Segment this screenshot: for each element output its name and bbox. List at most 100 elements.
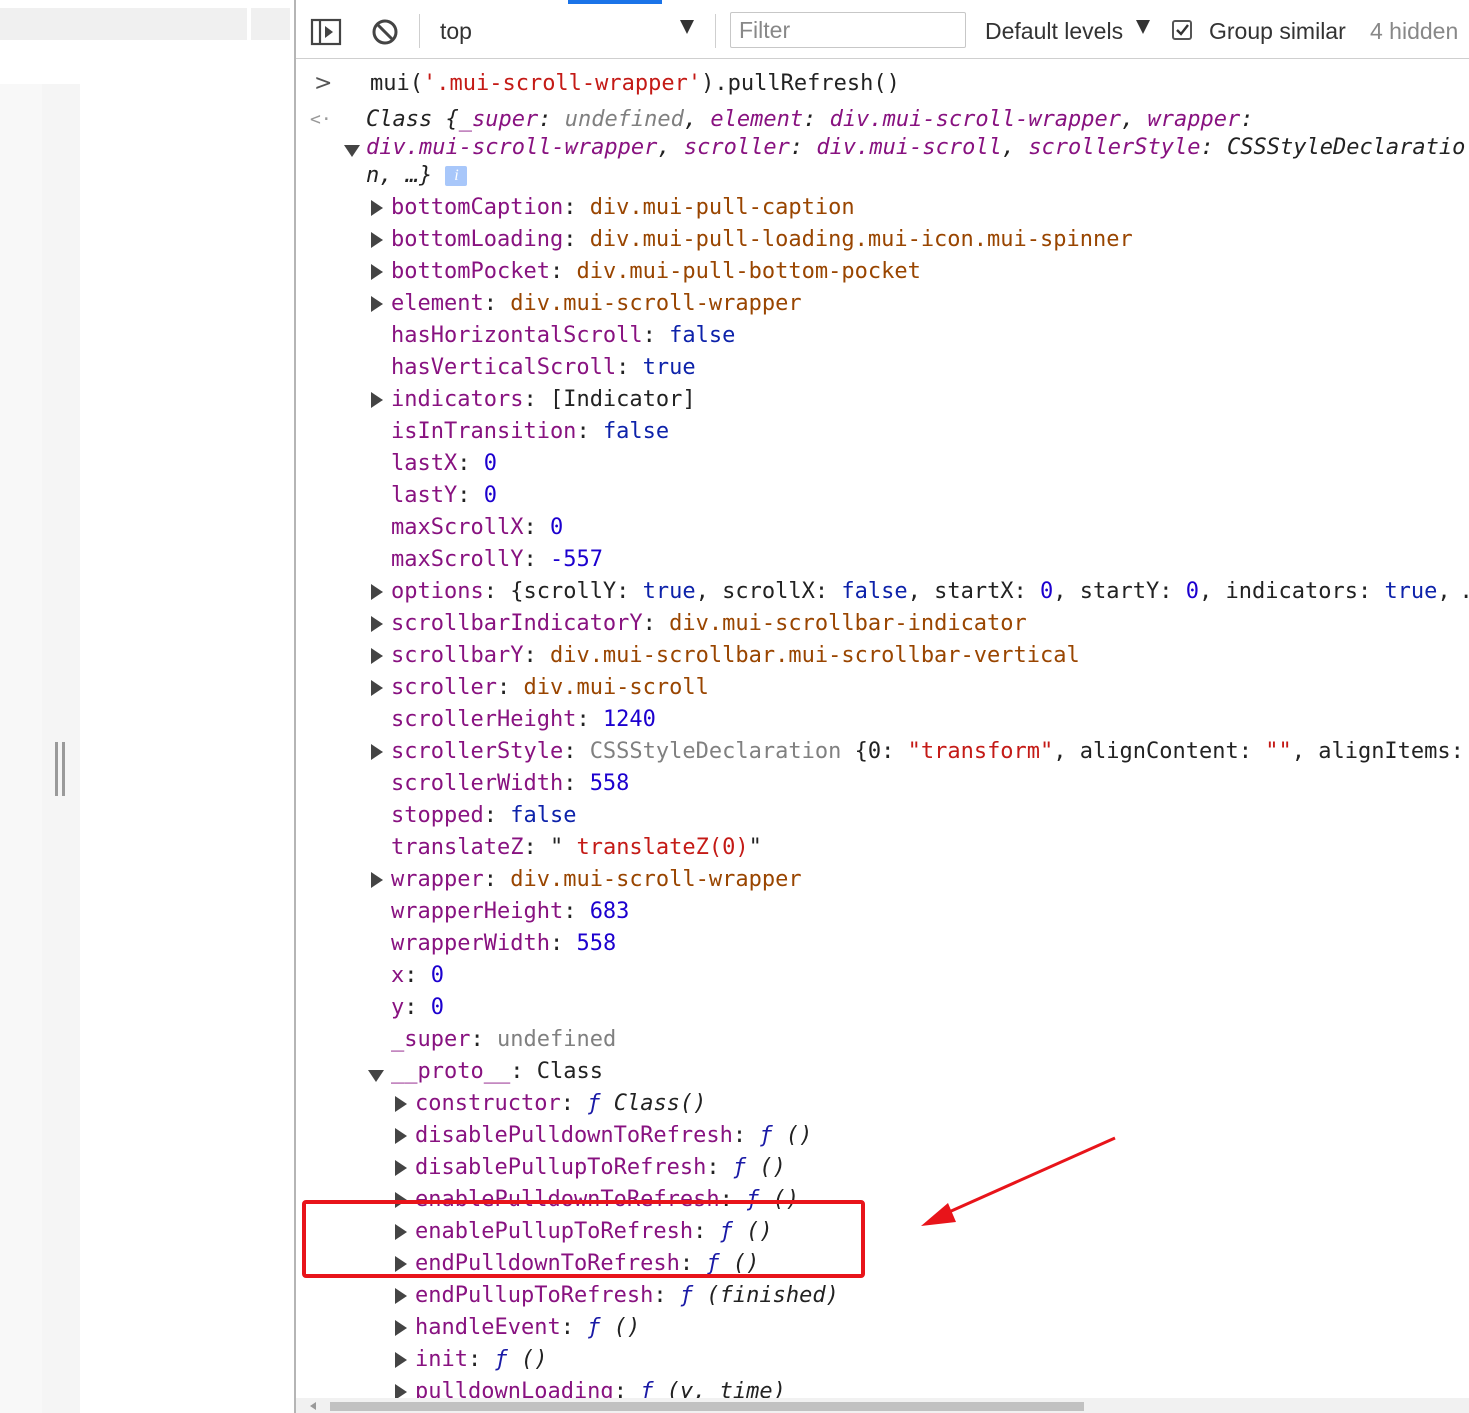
property-name: element [391, 291, 484, 316]
property-row[interactable]: isInTransition: false [391, 417, 669, 447]
method-name: handleEvent [415, 1315, 561, 1340]
summary-text: , [683, 107, 711, 132]
method-row[interactable]: endPullupToRefresh: ƒ (finished) [415, 1281, 839, 1311]
summary-text: : [538, 107, 565, 132]
property-value: div.mui-scrollbar-indicator [669, 611, 1027, 636]
method-row[interactable]: disablePulldownToRefresh: ƒ () [415, 1121, 812, 1151]
method-name: constructor [415, 1091, 561, 1116]
property-row[interactable]: indicators: [Indicator] [391, 385, 696, 415]
expand-triangle-icon[interactable] [371, 200, 383, 220]
property-value: translateZ(0) [576, 835, 749, 860]
expand-triangle-icon[interactable] [395, 1096, 407, 1116]
property-row[interactable]: y: 0 [391, 993, 444, 1023]
resize-handle-icon[interactable] [55, 742, 67, 796]
group-similar-checkbox[interactable] [1172, 20, 1192, 40]
string-quote: " [549, 835, 577, 860]
property-row[interactable]: stopped: false [391, 801, 576, 831]
property-colon: : [483, 867, 511, 892]
function-glyph: ƒ [494, 1347, 508, 1372]
result-summary-line-1[interactable]: Class {_super: undefined, element: div.m… [366, 105, 1254, 135]
property-row[interactable]: _super: undefined [391, 1025, 616, 1055]
expand-triangle-icon[interactable] [395, 1352, 407, 1372]
clear-console-icon[interactable] [369, 16, 401, 48]
property-row-options[interactable]: options: {scrollY: true, scrollX: false,… [391, 577, 1469, 607]
property-row[interactable]: wrapperHeight: 683 [391, 897, 629, 927]
property-row[interactable]: lastY: 0 [391, 481, 497, 511]
expand-triangle-icon[interactable] [395, 1128, 407, 1148]
result-summary-line-3[interactable]: n, …} i [366, 161, 468, 191]
sidebar-toggle-icon[interactable] [310, 16, 342, 48]
expand-triangle-icon[interactable] [371, 744, 383, 764]
property-value: 0 [430, 963, 444, 988]
method-row[interactable]: disablePullupToRefresh: ƒ () [415, 1153, 786, 1183]
property-row[interactable]: lastX: 0 [391, 449, 497, 479]
property-row[interactable]: maxScrollX: 0 [391, 513, 563, 543]
collapse-triangle-icon[interactable] [368, 1067, 384, 1086]
method-row[interactable]: init: ƒ () [415, 1345, 547, 1375]
log-levels-label: Default levels [985, 18, 1124, 44]
property-name: _super [391, 1027, 471, 1052]
property-colon: : [523, 643, 550, 668]
property-row[interactable]: wrapper: div.mui-scroll-wrapper [391, 865, 802, 895]
method-space [600, 1315, 613, 1340]
hidden-count[interactable]: 4 hidden [1370, 18, 1458, 45]
property-row[interactable]: x: 0 [391, 961, 444, 991]
property-row[interactable]: element: div.mui-scroll-wrapper [391, 289, 802, 319]
property-row[interactable]: scrollerHeight: 1240 [391, 705, 656, 735]
property-colon: : [563, 195, 590, 220]
property-row[interactable]: scroller: div.mui-scroll [391, 673, 709, 703]
expand-triangle-icon[interactable] [395, 1288, 407, 1308]
method-name: init [415, 1347, 468, 1372]
collapse-triangle-icon[interactable] [344, 142, 360, 161]
property-row-translatez[interactable]: translateZ: " translateZ(0)" [391, 833, 762, 863]
result-summary-line-2[interactable]: div.mui-scroll-wrapper, scroller: div.mu… [366, 133, 1465, 163]
filter-input[interactable] [730, 12, 966, 48]
property-row[interactable]: bottomPocket: div.mui-pull-bottom-pocket [391, 257, 921, 287]
expand-triangle-icon[interactable] [371, 584, 383, 604]
method-name: disablePulldownToRefresh [415, 1123, 733, 1148]
expand-triangle-icon[interactable] [371, 296, 383, 316]
method-row[interactable]: pulldownLoading: ƒ (y, time) [415, 1377, 786, 1398]
proto-row[interactable]: __proto__: Class [391, 1057, 603, 1087]
property-colon: : [642, 323, 670, 348]
scroll-left-icon[interactable] [310, 1402, 316, 1410]
method-signature: () [785, 1123, 813, 1148]
property-row[interactable]: bottomLoading: div.mui-pull-loading.mui-… [391, 225, 1133, 255]
property-row[interactable]: bottomCaption: div.mui-pull-caption [391, 193, 855, 223]
expand-triangle-icon[interactable] [371, 872, 383, 892]
method-row[interactable]: handleEvent: ƒ () [415, 1313, 640, 1343]
method-row[interactable]: constructor: ƒ Class() [415, 1089, 706, 1119]
property-value: 1240 [602, 707, 656, 732]
scrollbar-thumb[interactable] [330, 1402, 1084, 1411]
property-colon: : [404, 995, 431, 1020]
property-row[interactable]: maxScrollY: -557 [391, 545, 603, 575]
property-name: scrollerWidth [391, 771, 564, 796]
property-row[interactable]: scrollerWidth: 558 [391, 769, 629, 799]
property-row-scroller-style[interactable]: scrollerStyle: CSSStyleDeclaration {0: "… [391, 737, 1464, 767]
expand-triangle-icon[interactable] [371, 680, 383, 700]
info-icon[interactable]: i [445, 166, 468, 186]
page-viewport [0, 0, 294, 1413]
property-value: 0 [483, 483, 497, 508]
string-quote: " [748, 835, 762, 860]
property-value: div.mui-pull-loading.mui-icon.mui-spinne… [589, 227, 1133, 252]
property-row[interactable]: wrapperWidth: 558 [391, 929, 616, 959]
expand-triangle-icon[interactable] [371, 264, 383, 284]
expand-triangle-icon[interactable] [371, 232, 383, 252]
summary-text: n, …} [366, 163, 433, 188]
property-row[interactable]: scrollbarY: div.mui-scrollbar.mui-scroll… [391, 641, 1080, 671]
expand-triangle-icon[interactable] [395, 1384, 407, 1398]
expand-triangle-icon[interactable] [395, 1320, 407, 1340]
expand-triangle-icon[interactable] [395, 1160, 407, 1180]
expand-triangle-icon[interactable] [371, 392, 383, 412]
property-colon: : [457, 451, 484, 476]
property-row[interactable]: hasHorizontalScroll: false [391, 321, 735, 351]
horizontal-scrollbar[interactable] [296, 1398, 1469, 1413]
style-preview-part: , alignContent: [1053, 739, 1266, 764]
property-row[interactable]: scrollbarIndicatorY: div.mui-scrollbar-i… [391, 609, 1027, 639]
command-text[interactable]: mui('.mui-scroll-wrapper').pullRefresh() [370, 69, 900, 99]
property-row[interactable]: hasVerticalScroll: true [391, 353, 696, 383]
expand-triangle-icon[interactable] [371, 616, 383, 636]
property-colon: : [483, 803, 511, 828]
expand-triangle-icon[interactable] [371, 648, 383, 668]
